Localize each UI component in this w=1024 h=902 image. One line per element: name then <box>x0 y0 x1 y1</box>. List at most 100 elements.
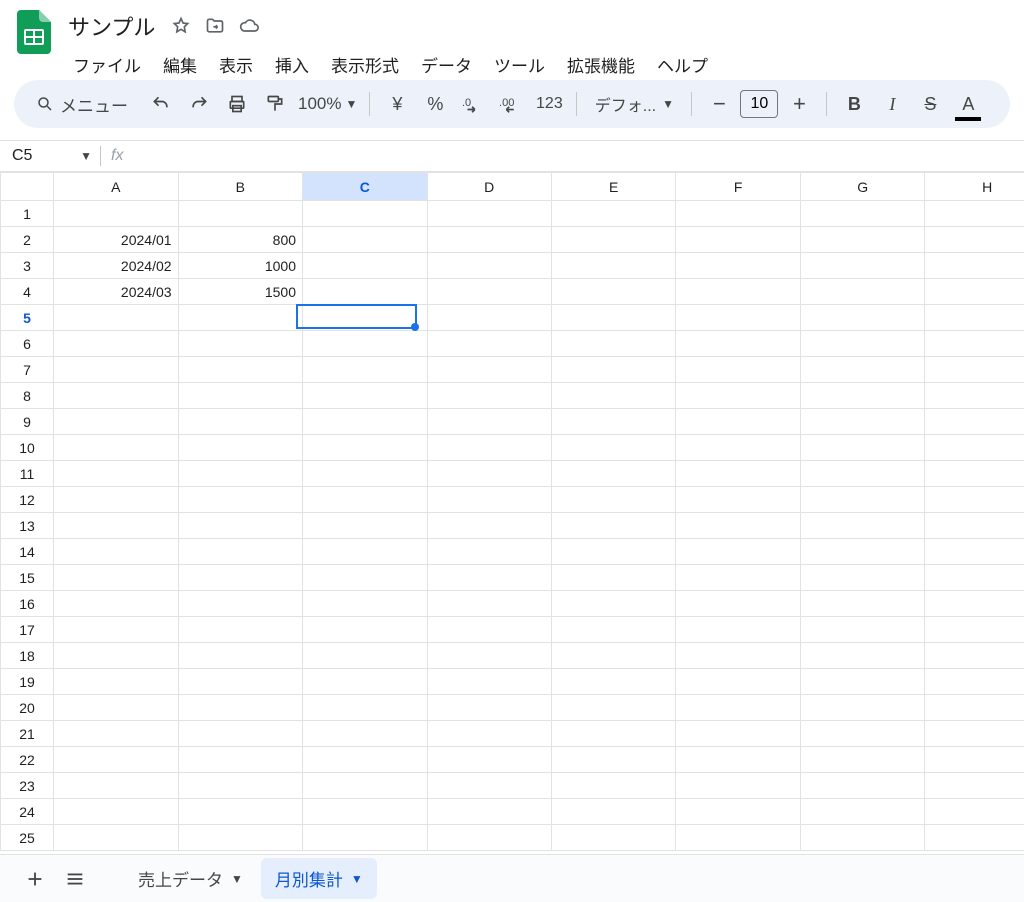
cell-G19[interactable] <box>800 669 924 695</box>
cell-B7[interactable] <box>178 357 302 383</box>
cell-H24[interactable] <box>925 799 1024 825</box>
row-header-2[interactable]: 2 <box>1 227 54 253</box>
cell-F21[interactable] <box>676 721 800 747</box>
cell-H5[interactable] <box>925 305 1024 331</box>
select-all-corner[interactable] <box>1 173 54 201</box>
cell-D11[interactable] <box>427 461 551 487</box>
column-header-G[interactable]: G <box>800 173 924 201</box>
cell-A8[interactable] <box>54 383 178 409</box>
cell-H9[interactable] <box>925 409 1024 435</box>
cell-B18[interactable] <box>178 643 302 669</box>
menu-tools[interactable]: ツール <box>485 46 554 83</box>
cell-A20[interactable] <box>54 695 178 721</box>
cell-B16[interactable] <box>178 591 302 617</box>
cell-A4[interactable]: 2024/03 <box>54 279 178 305</box>
cell-A21[interactable] <box>54 721 178 747</box>
cell-C18[interactable] <box>303 643 427 669</box>
cell-G6[interactable] <box>800 331 924 357</box>
cell-G12[interactable] <box>800 487 924 513</box>
cell-D22[interactable] <box>427 747 551 773</box>
cell-G3[interactable] <box>800 253 924 279</box>
cell-G18[interactable] <box>800 643 924 669</box>
cell-C17[interactable] <box>303 617 427 643</box>
cell-B15[interactable] <box>178 565 302 591</box>
cell-F8[interactable] <box>676 383 800 409</box>
cell-F9[interactable] <box>676 409 800 435</box>
cell-G9[interactable] <box>800 409 924 435</box>
cell-G24[interactable] <box>800 799 924 825</box>
text-color-button[interactable]: A <box>953 88 983 120</box>
cell-B22[interactable] <box>178 747 302 773</box>
cell-G23[interactable] <box>800 773 924 799</box>
cell-B25[interactable] <box>178 825 302 851</box>
cell-H16[interactable] <box>925 591 1024 617</box>
cell-C25[interactable] <box>303 825 427 851</box>
cell-E6[interactable] <box>551 331 675 357</box>
cell-D2[interactable] <box>427 227 551 253</box>
row-header-18[interactable]: 18 <box>1 643 54 669</box>
cell-A6[interactable] <box>54 331 178 357</box>
cell-F12[interactable] <box>676 487 800 513</box>
cell-F15[interactable] <box>676 565 800 591</box>
cell-G21[interactable] <box>800 721 924 747</box>
cell-A18[interactable] <box>54 643 178 669</box>
cell-H7[interactable] <box>925 357 1024 383</box>
cell-E1[interactable] <box>551 201 675 227</box>
cell-G1[interactable] <box>800 201 924 227</box>
cell-A22[interactable] <box>54 747 178 773</box>
cell-E22[interactable] <box>551 747 675 773</box>
row-header-19[interactable]: 19 <box>1 669 54 695</box>
cell-F18[interactable] <box>676 643 800 669</box>
cell-G20[interactable] <box>800 695 924 721</box>
cell-C10[interactable] <box>303 435 427 461</box>
column-header-F[interactable]: F <box>676 173 800 201</box>
menu-file[interactable]: ファイル <box>64 46 150 83</box>
cell-C20[interactable] <box>303 695 427 721</box>
cell-G2[interactable] <box>800 227 924 253</box>
column-header-H[interactable]: H <box>925 173 1024 201</box>
cell-H14[interactable] <box>925 539 1024 565</box>
cell-B21[interactable] <box>178 721 302 747</box>
cell-D18[interactable] <box>427 643 551 669</box>
cell-E12[interactable] <box>551 487 675 513</box>
cell-D19[interactable] <box>427 669 551 695</box>
cell-B17[interactable] <box>178 617 302 643</box>
cell-A2[interactable]: 2024/01 <box>54 227 178 253</box>
cell-G5[interactable] <box>800 305 924 331</box>
cell-A19[interactable] <box>54 669 178 695</box>
cell-C13[interactable] <box>303 513 427 539</box>
row-header-13[interactable]: 13 <box>1 513 54 539</box>
cell-F10[interactable] <box>676 435 800 461</box>
cell-C11[interactable] <box>303 461 427 487</box>
row-header-10[interactable]: 10 <box>1 435 54 461</box>
cell-F4[interactable] <box>676 279 800 305</box>
sheets-logo-icon[interactable] <box>14 12 54 52</box>
cell-C5[interactable] <box>303 305 427 331</box>
cell-B13[interactable] <box>178 513 302 539</box>
formula-input[interactable] <box>133 141 1024 171</box>
cell-C15[interactable] <box>303 565 427 591</box>
cell-C16[interactable] <box>303 591 427 617</box>
cell-D24[interactable] <box>427 799 551 825</box>
cell-D1[interactable] <box>427 201 551 227</box>
sheet-tab-月別集計[interactable]: 月別集計▼ <box>261 858 377 899</box>
cell-C8[interactable] <box>303 383 427 409</box>
cell-B14[interactable] <box>178 539 302 565</box>
cell-D5[interactable] <box>427 305 551 331</box>
cell-F1[interactable] <box>676 201 800 227</box>
cell-A12[interactable] <box>54 487 178 513</box>
cell-G25[interactable] <box>800 825 924 851</box>
cell-A7[interactable] <box>54 357 178 383</box>
cell-C24[interactable] <box>303 799 427 825</box>
cell-G11[interactable] <box>800 461 924 487</box>
cell-B24[interactable] <box>178 799 302 825</box>
cell-E13[interactable] <box>551 513 675 539</box>
print-button[interactable] <box>222 88 252 120</box>
cell-E2[interactable] <box>551 227 675 253</box>
cell-E10[interactable] <box>551 435 675 461</box>
row-header-24[interactable]: 24 <box>1 799 54 825</box>
cell-A5[interactable] <box>54 305 178 331</box>
cell-D14[interactable] <box>427 539 551 565</box>
cell-G17[interactable] <box>800 617 924 643</box>
cell-C4[interactable] <box>303 279 427 305</box>
